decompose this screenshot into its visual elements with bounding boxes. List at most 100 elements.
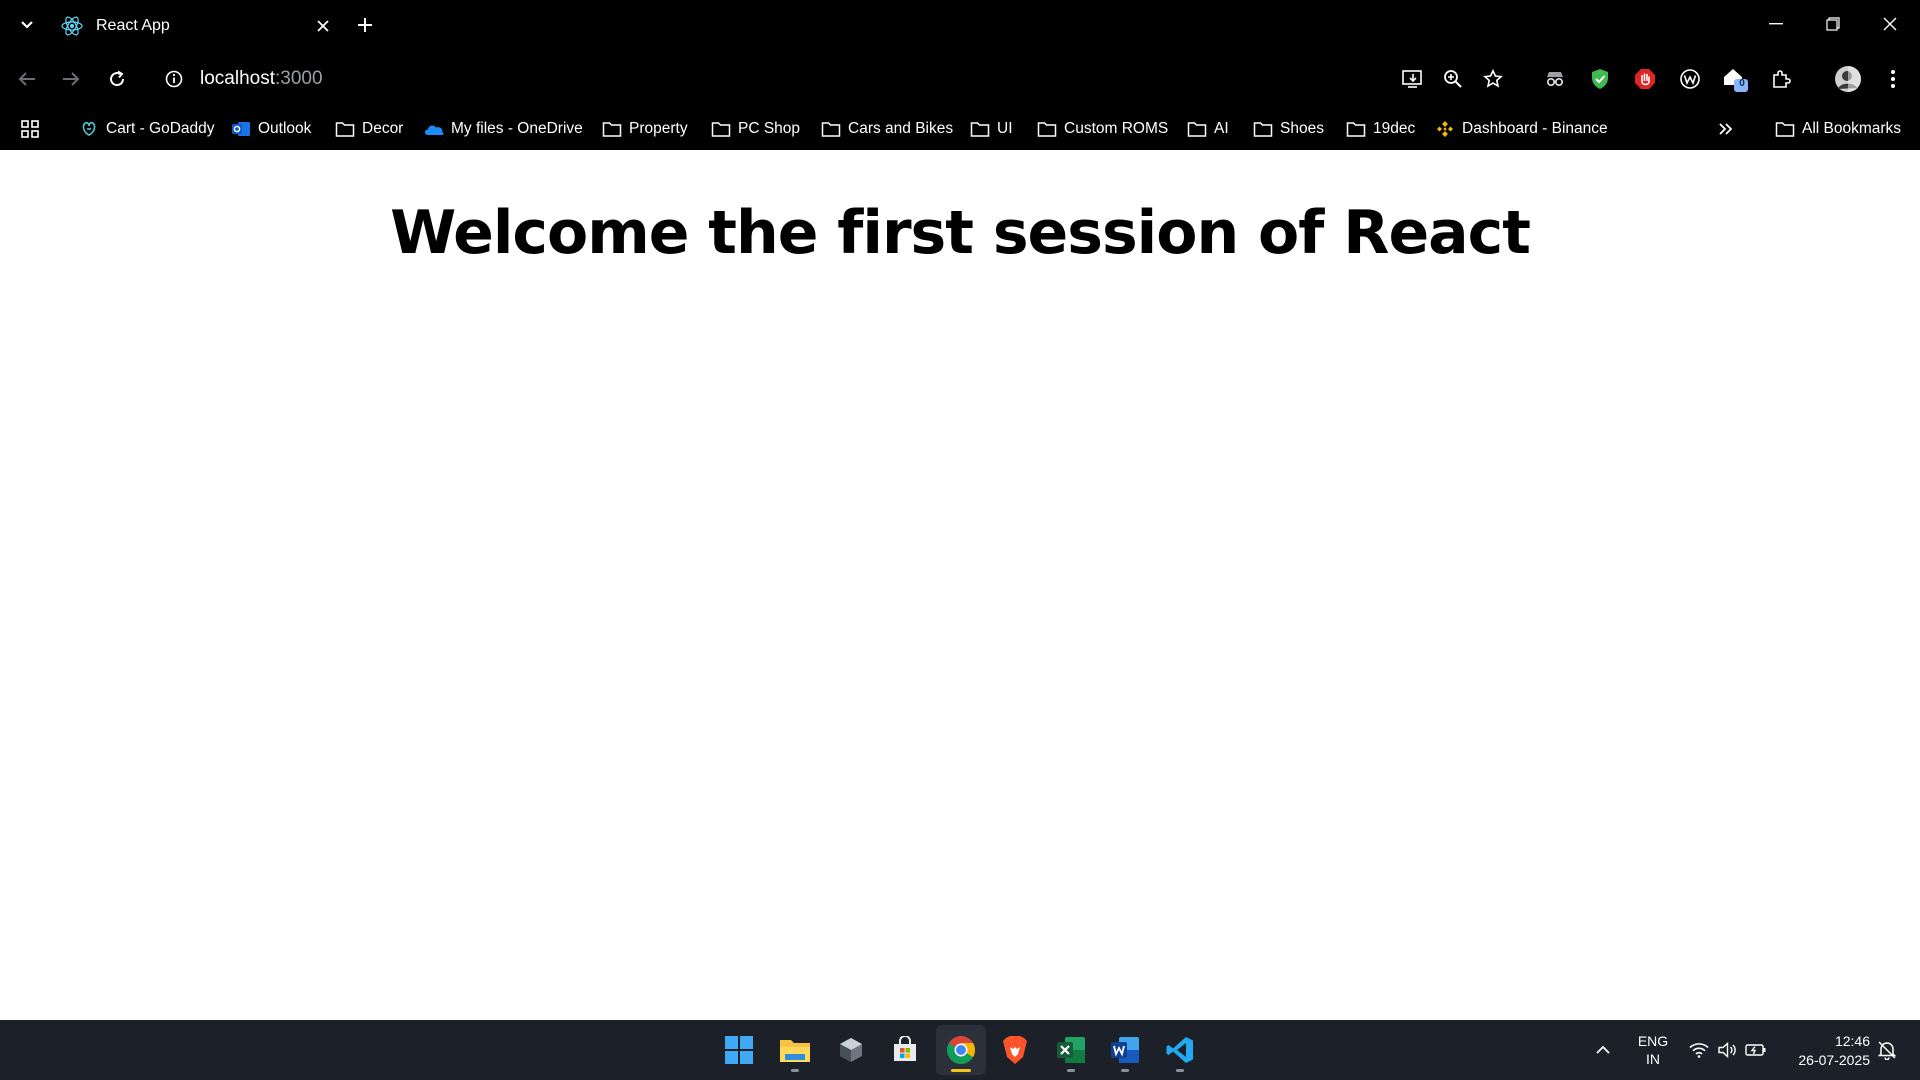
- page-viewport: Welcome the first session of React: [0, 150, 1920, 1020]
- double-chevron-right-icon: [1719, 123, 1733, 135]
- bookmark-label: Outlook: [258, 120, 312, 137]
- tab-react-app[interactable]: React App: [50, 6, 340, 46]
- apps-grid-icon: [21, 120, 39, 138]
- running-indicator: [1121, 1069, 1129, 1072]
- bookmark-label: Cart - GoDaddy: [106, 120, 215, 137]
- start-button[interactable]: [714, 1025, 764, 1075]
- extensions-button[interactable]: [1766, 64, 1796, 94]
- minimize-button[interactable]: [1756, 8, 1796, 40]
- bookmark-label: Decor: [362, 120, 404, 137]
- extension-home-button[interactable]: 0: [1720, 64, 1750, 94]
- page-heading: Welcome the first session of React: [390, 198, 1531, 268]
- taskbar-excel[interactable]: [1046, 1025, 1096, 1075]
- shield-icon: [1592, 69, 1608, 89]
- bookmark-label: Custom ROMS: [1064, 120, 1169, 137]
- install-app-button[interactable]: [1398, 64, 1428, 94]
- godaddy-icon: [78, 118, 100, 140]
- folder-icon: [1252, 118, 1274, 140]
- extension-adblock-button[interactable]: [1630, 64, 1660, 94]
- bookmark-cars-and-bikes[interactable]: Cars and Bikes: [820, 114, 953, 144]
- chevron-up-icon: [1596, 1045, 1610, 1054]
- taskbar-chrome[interactable]: [936, 1025, 986, 1075]
- outlook-icon: [230, 118, 252, 140]
- folder-icon: [1186, 118, 1208, 140]
- apps-button[interactable]: [20, 114, 40, 144]
- tab-search-button[interactable]: [14, 12, 40, 38]
- volume-button[interactable]: [1714, 1020, 1742, 1080]
- bookmark-binance[interactable]: Dashboard - Binance: [1434, 114, 1608, 144]
- browser-toolbar: localhost:3000 0: [0, 50, 1920, 108]
- bookmark-star-button[interactable]: [1478, 64, 1508, 94]
- bookmark-19dec[interactable]: 19dec: [1345, 114, 1415, 144]
- battery-charging-icon: [1745, 1044, 1766, 1056]
- puzzle-icon: [1773, 70, 1791, 88]
- restore-icon: [1826, 17, 1840, 31]
- bookmark-label: Property: [629, 120, 688, 137]
- more-vertical-icon: [1891, 70, 1895, 88]
- folder-icon: [1345, 118, 1367, 140]
- wifi-button[interactable]: [1684, 1020, 1714, 1080]
- arrow-left-icon: [18, 72, 35, 86]
- store-icon: [894, 1036, 916, 1061]
- wifi-icon: [1689, 1043, 1709, 1058]
- address-bar[interactable]: localhost:3000: [150, 58, 1390, 100]
- language-indicator[interactable]: ENG IN: [1628, 1032, 1678, 1068]
- more-bookmarks-button[interactable]: [1718, 114, 1734, 144]
- taskbar-app-cube[interactable]: [826, 1025, 876, 1075]
- clock-date: 26-07-2025: [1798, 1052, 1870, 1068]
- back-button[interactable]: [12, 64, 42, 94]
- bookmark-pc-shop[interactable]: PC Shop: [710, 114, 800, 144]
- tab-close-button[interactable]: [310, 13, 336, 39]
- bookmark-godaddy[interactable]: Cart - GoDaddy: [78, 114, 215, 144]
- notifications-button[interactable]: [1872, 1020, 1902, 1080]
- bookmark-shoes[interactable]: Shoes: [1252, 114, 1324, 144]
- site-info-button[interactable]: [156, 61, 192, 97]
- bookmark-ai[interactable]: AI: [1186, 114, 1229, 144]
- reload-button[interactable]: [102, 64, 132, 94]
- language-region: IN: [1646, 1051, 1660, 1067]
- restore-button[interactable]: [1813, 8, 1853, 40]
- minimize-icon: [1769, 23, 1783, 25]
- close-window-button[interactable]: [1870, 8, 1910, 40]
- bookmarks-bar: Cart - GoDaddy Outlook Decor My files - …: [0, 108, 1920, 150]
- taskbar-vscode[interactable]: [1155, 1025, 1205, 1075]
- forward-button[interactable]: [56, 64, 86, 94]
- star-icon: [1483, 69, 1503, 88]
- show-hidden-icons-button[interactable]: [1588, 1020, 1618, 1080]
- folder-icon: [969, 118, 991, 140]
- clock[interactable]: 12:46 26-07-2025: [1780, 1032, 1870, 1070]
- bookmark-label: AI: [1214, 120, 1229, 137]
- taskbar-word[interactable]: [1100, 1025, 1150, 1075]
- bookmark-label: My files - OneDrive: [451, 120, 583, 137]
- bookmark-decor[interactable]: Decor: [334, 114, 403, 144]
- zoom-button[interactable]: [1438, 64, 1468, 94]
- vscode-icon: [1166, 1037, 1193, 1063]
- battery-button[interactable]: [1742, 1020, 1770, 1080]
- new-tab-button[interactable]: [352, 12, 378, 38]
- extension-incognito-button[interactable]: [1540, 64, 1570, 94]
- taskbar-file-explorer[interactable]: [770, 1025, 820, 1075]
- bookmark-outlook[interactable]: Outlook: [230, 114, 311, 144]
- folder-icon: [1036, 118, 1058, 140]
- taskbar-microsoft-store[interactable]: [880, 1025, 930, 1075]
- chevron-down-icon: [21, 21, 33, 29]
- active-indicator: [951, 1069, 971, 1072]
- browser-menu-button[interactable]: [1878, 64, 1908, 94]
- word-icon: [1111, 1037, 1139, 1063]
- w-extension-icon: [1680, 69, 1700, 89]
- extension-shield-button[interactable]: [1585, 64, 1615, 94]
- extension-badge: 0: [1739, 78, 1745, 89]
- bookmark-onedrive[interactable]: My files - OneDrive: [423, 114, 583, 144]
- brave-icon: [1003, 1036, 1027, 1064]
- bookmark-ui[interactable]: UI: [969, 114, 1013, 144]
- bookmark-custom-roms[interactable]: Custom ROMS: [1036, 114, 1168, 144]
- zoom-icon: [1444, 70, 1462, 88]
- profile-avatar-button[interactable]: [1832, 63, 1864, 95]
- binance-icon: [1434, 118, 1456, 140]
- all-bookmarks-button[interactable]: All Bookmarks: [1774, 114, 1901, 144]
- extension-w-button[interactable]: [1675, 64, 1705, 94]
- bookmark-property[interactable]: Property: [601, 114, 688, 144]
- plus-icon: [358, 18, 372, 32]
- folder-icon: [334, 118, 356, 140]
- taskbar-brave[interactable]: [990, 1025, 1040, 1075]
